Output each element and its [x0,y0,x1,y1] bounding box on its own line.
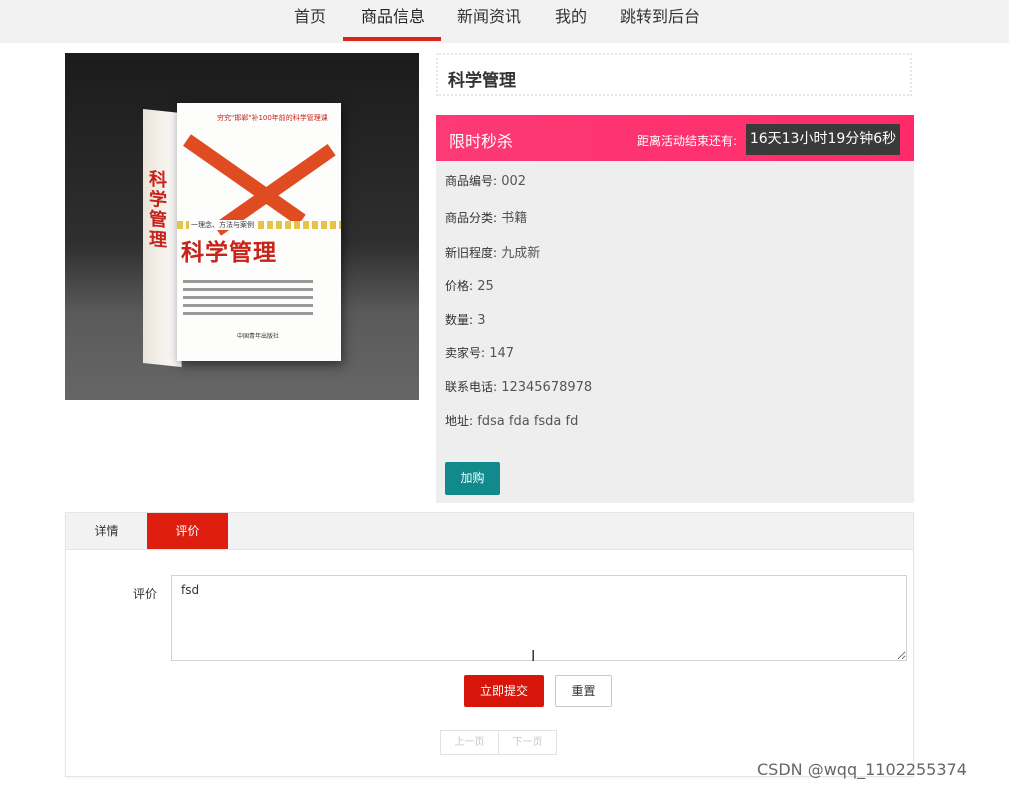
info-key: 商品编号: [445,174,498,188]
product-image: 科学管理 穷究"邯郸"补100年前的科学管理课 一理念、方法与案例 科学管理 中… [65,53,419,400]
info-value: 002 [501,174,527,189]
reset-button[interactable]: 重置 [555,675,612,707]
tab-reviews[interactable]: 评价 [147,513,228,549]
info-key: 价格: [445,279,474,293]
product-title: 科学管理 [448,71,516,91]
cover-text-lines [183,275,333,320]
book-front-cover: 穷究"邯郸"补100年前的科学管理课 一理念、方法与案例 科学管理 中国青年出版… [177,103,341,361]
review-field-label: 评价 [133,587,158,601]
info-key: 地址: [445,414,474,428]
nav-item-home[interactable]: 首页 [288,0,332,43]
info-row-condition: 新旧程度: 九成新 [445,242,540,261]
info-value: 25 [477,279,494,294]
info-value: 12345678978 [501,380,593,395]
info-key: 卖家号: [445,346,486,360]
nav-item-admin[interactable]: 跳转到后台 [615,0,705,43]
info-key: 联系电话: [445,380,498,394]
book-cover-subtitle: 一理念、方法与案例 [189,220,256,230]
detail-review-tab-panel: 详情 评价 评价 fsd 立即提交 重置 上一页 下一页 [65,512,914,777]
book-cover-illustration: 科学管理 穷究"邯郸"补100年前的科学管理课 一理念、方法与案例 科学管理 中… [143,103,341,368]
product-title-box: 科学管理 [436,53,912,96]
top-navigation: 首页 商品信息 新闻资讯 我的 跳转到后台 [0,0,1009,43]
add-to-cart-button[interactable]: 加购 [445,462,500,495]
nav-item-news[interactable]: 新闻资讯 [452,0,526,43]
countdown-timer: 16天13小时19分钟6秒 [746,124,900,155]
info-value: 九成新 [501,246,541,261]
watermark: CSDN @wqq_1102255374 [757,760,967,779]
review-textarea[interactable]: fsd [171,575,907,661]
tab-details[interactable]: 详情 [66,513,147,549]
book-cover-publisher: 中国青年出版社 [237,333,280,340]
info-row-address: 地址: fdsa fda fsda fd [445,412,578,429]
nav-item-mine[interactable]: 我的 [549,0,593,43]
info-value: fdsa fda fsda fd [477,414,579,429]
info-row-product-id: 商品编号: 002 [445,172,526,189]
text-cursor-icon: I [531,647,536,665]
prev-page-button[interactable]: 上一页 [440,730,499,755]
info-value: 3 [477,313,486,328]
info-key: 数量: [445,313,474,327]
book-cover-title: 科学管理 [181,239,277,266]
flash-sale-bar: 限时秒杀 距离活动结束还有: 16天13小时19分钟6秒 [436,115,914,161]
info-value: 书籍 [501,211,528,226]
next-page-button[interactable]: 下一页 [498,730,557,755]
info-row-seller-id: 卖家号: 147 [445,344,514,361]
submit-review-button[interactable]: 立即提交 [464,675,544,707]
info-row-quantity: 数量: 3 [445,311,485,328]
info-key: 商品分类: [445,211,498,225]
book-spine-title: 科学管理 [149,168,167,252]
active-nav-indicator [343,37,441,41]
countdown-label: 距离活动结束还有: [637,134,738,148]
tab-header: 详情 评价 [66,513,913,550]
product-info-panel: 商品编号: 002 商品分类: 书籍 新旧程度: 九成新 价格: 25 数量: … [436,161,914,503]
info-value: 147 [489,346,515,361]
flash-sale-label: 限时秒杀 [449,132,514,151]
info-row-phone: 联系电话: 12345678978 [445,378,592,395]
book-cover-tagline: 穷究"邯郸"补100年前的科学管理课 [217,114,328,122]
info-row-category: 商品分类: 书籍 [445,207,527,226]
info-row-price: 价格: 25 [445,277,494,294]
info-key: 新旧程度: [445,246,498,260]
